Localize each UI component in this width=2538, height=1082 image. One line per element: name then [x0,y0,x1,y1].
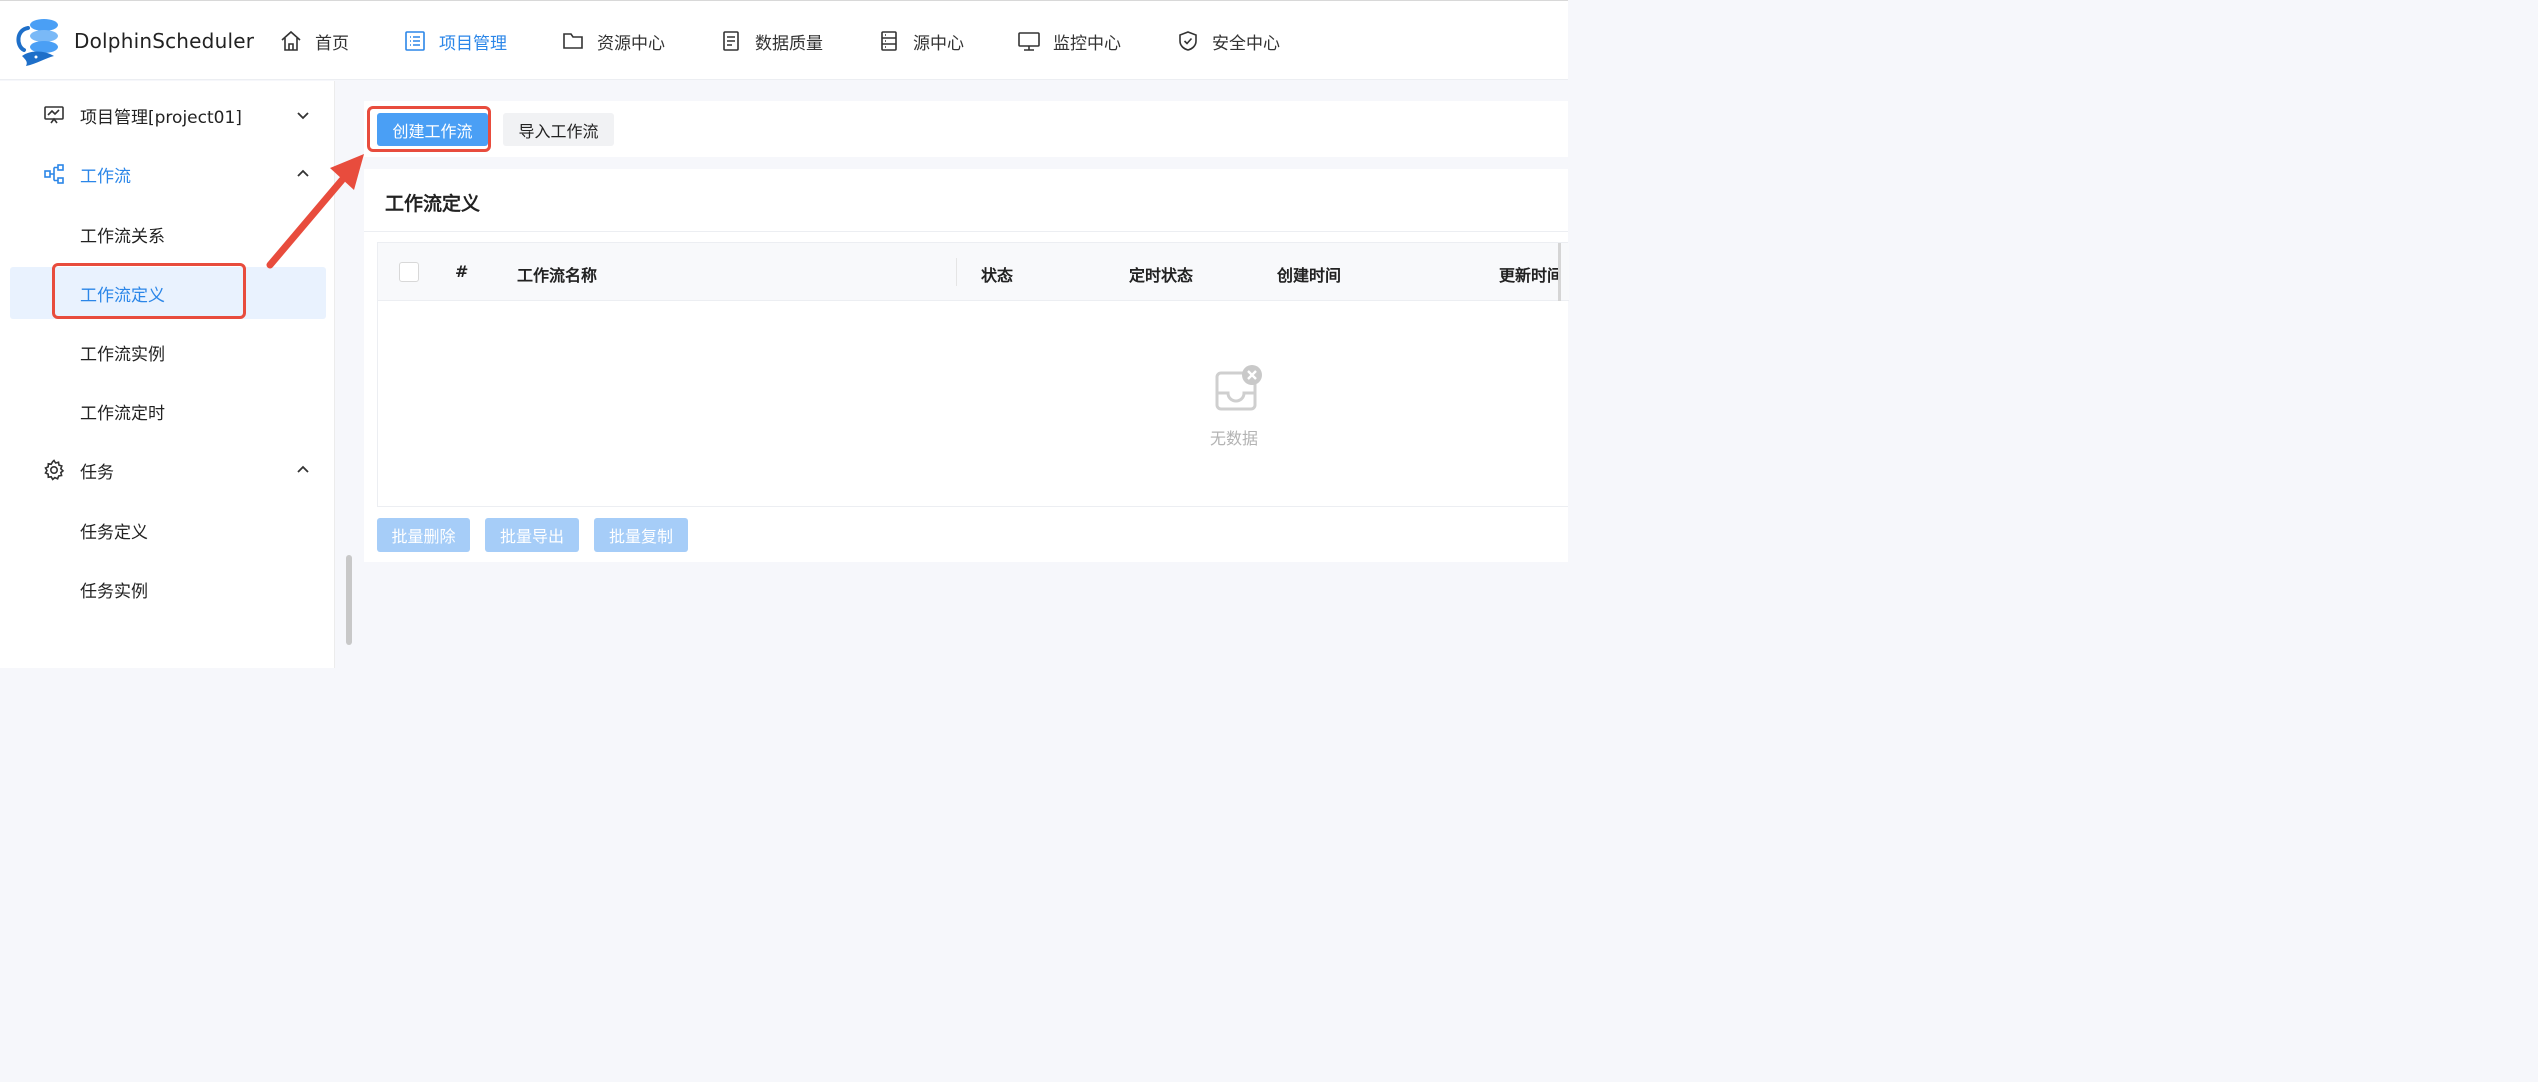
workflow-icon [44,164,64,184]
sidebar-item-task-instance[interactable]: 任务实例 [0,563,335,615]
column-header-status: 状态 [981,266,1014,285]
empty-inbox-icon [1215,365,1262,411]
sidebar-item-workflow-timing-label: 工作流定时 [80,403,165,424]
sidebar-item-task-instance-label: 任务实例 [80,581,148,602]
table-header: # 工作流名称 状态 定时状态 创建时间 更新时间 [378,243,1569,301]
gear-icon [44,459,65,481]
empty-state-text: 无数据 [1210,429,1259,448]
nav-project-management-label: 项目管理 [439,33,507,54]
nav-datasource-center[interactable]: 源中心 [877,25,964,57]
column-fixed-divider [1558,243,1561,301]
select-all-checkbox[interactable] [399,262,419,282]
sidebar-item-task-definition-label: 任务定义 [80,522,148,543]
sidebar-scrollbar[interactable] [346,555,352,645]
sidebar-item-task-label: 任务 [80,462,114,483]
column-header-index: # [455,262,469,281]
nav-security-center-label: 安全中心 [1212,33,1280,54]
column-header-update-time: 更新时间 [1499,266,1559,285]
nav-data-quality[interactable]: 数据质量 [719,25,823,57]
sidebar-item-project-label: 项目管理[project01] [80,107,242,128]
column-resize-handle[interactable] [956,258,957,286]
card-divider [364,231,1568,232]
batch-copy-button[interactable]: 批量复制 [594,518,688,552]
column-header-schedule-status: 定时状态 [1129,266,1194,285]
nav-security-center[interactable]: 安全中心 [1176,25,1280,57]
nav-datasource-center-label: 源中心 [913,33,964,54]
sidebar-item-task[interactable]: 任务 [0,444,335,496]
column-header-name: 工作流名称 [517,266,598,285]
nav-data-quality-label: 数据质量 [755,33,823,54]
chevron-up-icon [297,465,309,473]
column-header-create-time: 创建时间 [1277,266,1342,285]
sidebar-item-project[interactable]: 项目管理[project01] [0,89,335,141]
nav-resource-center[interactable]: 资源中心 [561,25,665,57]
sidebar-item-workflow-timing[interactable]: 工作流定时 [0,385,335,437]
server-icon [881,31,897,51]
action-toolbar: 创建工作流 导入工作流 [364,101,1568,157]
import-workflow-button[interactable]: 导入工作流 [503,113,614,146]
brand-name: DolphinScheduler [74,29,255,53]
nav-home[interactable]: 首页 [279,25,349,57]
nav-resource-center-label: 资源中心 [597,33,665,54]
chevron-down-icon [297,112,309,120]
folder-icon [563,33,583,49]
sidebar-item-workflow-instance[interactable]: 工作流实例 [0,326,335,378]
nav-monitor-center-label: 监控中心 [1053,33,1121,54]
annotation-arrow [266,154,364,269]
monitor-icon [1018,32,1040,51]
workflow-definition-card: 工作流定义 # 工作流名称 状态 定时状态 创建时间 更新时间 无数据 批量删除… [364,169,1569,562]
document-icon [723,31,739,51]
batch-delete-button[interactable]: 批量删除 [377,518,470,552]
sidebar-item-workflow-instance-label: 工作流实例 [80,344,165,365]
card-title: 工作流定义 [385,193,481,215]
dolphin-logo-icon[interactable] [14,16,72,68]
annotation-highlight-create [367,106,491,152]
nav-monitor-center[interactable]: 监控中心 [1017,25,1121,57]
shield-icon [1179,31,1197,51]
nav-project-management[interactable]: 项目管理 [403,25,507,57]
presentation-chart-icon [44,106,64,124]
annotation-highlight-definition [52,263,246,319]
project-list-icon [405,31,425,51]
sidebar-item-workflow-relation-label: 工作流关系 [80,226,165,247]
sidebar-item-task-definition[interactable]: 任务定义 [0,504,335,556]
home-icon [281,30,301,51]
sidebar-item-workflow-label: 工作流 [80,166,131,187]
nav-home-label: 首页 [315,33,349,54]
workflow-table: # 工作流名称 状态 定时状态 创建时间 更新时间 无数据 [377,242,1569,507]
batch-export-button[interactable]: 批量导出 [485,518,579,552]
top-header: DolphinScheduler 首页 项目管理 资源中心 数据质量 源中心 监… [0,1,1568,80]
